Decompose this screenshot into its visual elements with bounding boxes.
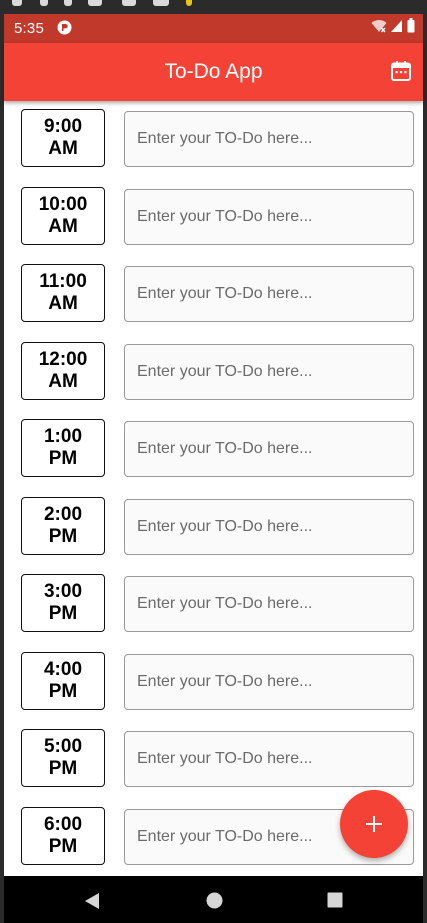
calendar-icon [391, 61, 411, 81]
back-button[interactable] [84, 892, 100, 915]
recents-icon [327, 892, 343, 908]
app-notification-icon [57, 20, 72, 35]
time-slot-row: 10:00 AM [4, 179, 423, 257]
todo-input[interactable] [124, 266, 414, 322]
todo-input[interactable] [124, 111, 414, 167]
notification-strip [0, 0, 427, 14]
time-label: 6:00 PM [21, 806, 105, 865]
time-label: 12:00 AM [21, 341, 105, 400]
time-slot-row: 1:00 PM [4, 411, 423, 489]
time-slot-row: 12:00 AM [4, 334, 423, 412]
status-time: 5:35 [14, 20, 44, 37]
recents-button[interactable] [327, 892, 343, 913]
home-button[interactable] [206, 892, 223, 914]
time-label: 10:00 AM [21, 186, 105, 245]
todo-input[interactable] [124, 576, 414, 632]
notification-dot [40, 0, 48, 6]
time-label-hour: 5:00 [43, 736, 83, 757]
time-label-hour: 1:00 [43, 426, 83, 447]
time-label-period: AM [48, 138, 78, 159]
time-slot-row: 3:00 PM [4, 566, 423, 644]
plus-icon [366, 816, 382, 832]
time-label-period: PM [48, 680, 78, 702]
time-label: 2:00 PM [21, 496, 105, 555]
time-slot-row: 9:00 AM [4, 101, 423, 179]
time-label-hour: 2:00 [43, 503, 83, 525]
time-label-period: PM [48, 448, 78, 469]
todo-input[interactable] [124, 498, 414, 555]
time-label-hour: 11:00 [39, 271, 87, 292]
time-slot-row: 11:00 AM [4, 256, 423, 334]
wifi-icon [371, 19, 387, 38]
notification-dot [88, 0, 102, 6]
notification-dot [186, 0, 192, 6]
time-label: 4:00 PM [21, 651, 105, 710]
battery-icon [407, 18, 415, 38]
app-title: To-Do App [164, 60, 263, 83]
navigation-bar [4, 876, 423, 923]
add-todo-button[interactable] [340, 790, 408, 858]
status-bar: 5:35 [4, 14, 423, 43]
time-label-period: AM [48, 293, 78, 314]
time-label-hour: 9:00 [43, 116, 83, 137]
back-icon [85, 893, 99, 909]
time-label-hour: 12:00 [38, 348, 88, 370]
notification-dot [12, 0, 22, 6]
time-label: 3:00 PM [21, 574, 105, 632]
calendar-button[interactable] [389, 59, 413, 83]
time-label: 1:00 PM [21, 419, 105, 477]
app-bar: To-Do App [4, 43, 423, 101]
time-slot-row: 5:00 PM [4, 721, 423, 799]
time-label-period: PM [48, 758, 78, 779]
todo-input[interactable] [124, 653, 414, 710]
time-slot-row: 4:00 PM [4, 644, 423, 722]
time-label: 11:00 AM [21, 264, 105, 322]
time-label-hour: 10:00 [38, 193, 88, 215]
notification-dot [64, 0, 72, 6]
time-label-hour: 6:00 [43, 813, 83, 835]
todo-input[interactable] [124, 731, 414, 787]
signal-icon [391, 19, 403, 38]
time-label-period: AM [48, 215, 78, 237]
time-label-period: PM [48, 603, 78, 624]
time-label: 5:00 PM [21, 729, 105, 787]
notification-dot [153, 0, 169, 6]
todo-input[interactable] [124, 343, 414, 400]
time-label-period: PM [48, 835, 78, 857]
time-label-period: PM [48, 525, 78, 547]
screen-edge-right [423, 14, 427, 923]
todo-list[interactable]: 9:00 AM 10:00 AM 11:00 AM 12:00 AM [4, 101, 423, 876]
time-label-period: AM [48, 370, 78, 392]
notification-dot [122, 0, 136, 6]
todo-input[interactable] [124, 421, 414, 477]
home-icon [206, 892, 223, 909]
time-label: 9:00 AM [21, 109, 105, 167]
time-slot-row: 2:00 PM [4, 489, 423, 567]
todo-input[interactable] [124, 188, 414, 245]
time-label-hour: 4:00 [43, 658, 83, 680]
time-label-hour: 3:00 [43, 581, 83, 602]
